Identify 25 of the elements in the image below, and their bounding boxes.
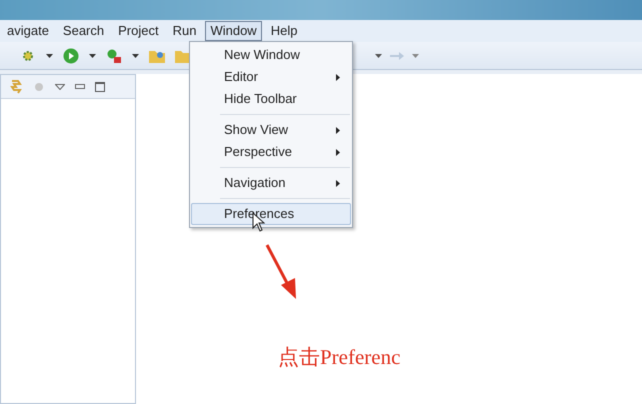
- menu-option[interactable]: Preferences: [191, 203, 351, 225]
- menu-item[interactable]: avigate: [2, 21, 54, 41]
- menu-option[interactable]: Editor: [191, 66, 351, 88]
- dropdown-caret-icon[interactable]: [375, 54, 382, 58]
- menu-option[interactable]: Hide Toolbar: [191, 88, 351, 110]
- minimize-icon[interactable]: [75, 84, 85, 89]
- menu-item[interactable]: Project: [113, 21, 164, 41]
- menu-item[interactable]: Window: [205, 21, 262, 41]
- view-menu-icon[interactable]: [55, 84, 65, 90]
- arrow-icon: [265, 243, 299, 301]
- menu-item[interactable]: Help: [266, 21, 302, 41]
- annotation-text: 点击Preferenc: [278, 344, 400, 371]
- maximize-icon[interactable]: [95, 82, 105, 92]
- menu-item[interactable]: Run: [168, 21, 202, 41]
- external-tools-icon[interactable]: [106, 48, 122, 64]
- folder-icon[interactable]: [149, 48, 165, 62]
- dropdown-caret-icon[interactable]: [132, 54, 139, 58]
- dropdown-caret-icon[interactable]: [89, 54, 96, 58]
- menu-option[interactable]: New Window: [191, 44, 351, 66]
- run-icon[interactable]: [63, 48, 79, 64]
- menu-option[interactable]: Perspective: [191, 141, 351, 163]
- menu-item[interactable]: Search: [58, 21, 110, 41]
- menu-option[interactable]: Show View: [191, 119, 351, 141]
- menu-option[interactable]: Navigation: [191, 172, 351, 194]
- dropdown-caret-icon[interactable]: [46, 54, 53, 58]
